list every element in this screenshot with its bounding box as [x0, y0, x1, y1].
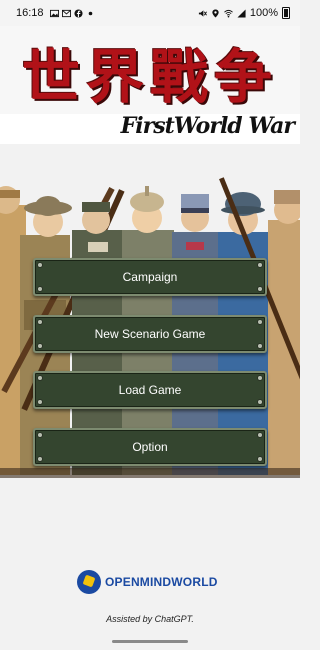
wifi-icon: [224, 9, 233, 17]
game-subtitle: FirstWorld War: [120, 113, 295, 139]
rivet-icon: [258, 263, 262, 267]
battery-icon: [282, 7, 290, 19]
rivet-icon: [38, 344, 42, 348]
rivet-icon: [258, 287, 262, 291]
status-time: 16:18: [16, 7, 44, 19]
rivet-icon: [38, 287, 42, 291]
location-icon: [212, 8, 219, 18]
credit-text: Assisted by ChatGPT.: [106, 614, 194, 624]
rivet-icon: [38, 320, 42, 324]
gmail-icon: [61, 9, 71, 17]
signal-icon: [237, 8, 246, 18]
rivet-icon: [38, 400, 42, 404]
campaign-button[interactable]: Campaign: [33, 258, 267, 296]
rivet-icon: [38, 457, 42, 461]
openmindworld-logo-text: OPENMINDWORLD: [105, 575, 218, 589]
rivet-icon: [38, 433, 42, 437]
rivet-icon: [38, 376, 42, 380]
openmindworld-logo-icon: [77, 570, 101, 594]
mute-icon: [198, 9, 207, 17]
option-button-label: Option: [132, 440, 168, 454]
battery-percent: 100%: [249, 7, 278, 19]
load-game-button-label: Load Game: [118, 383, 182, 397]
ground-shadow: [0, 468, 300, 478]
rivet-icon: [258, 320, 262, 324]
facebook-icon: [73, 8, 83, 18]
gesture-nav-bar[interactable]: [112, 640, 188, 643]
new-scenario-game-button-label: New Scenario Game: [94, 327, 206, 341]
campaign-button-label: Campaign: [122, 270, 178, 284]
new-scenario-game-button[interactable]: New Scenario Game: [33, 315, 267, 353]
notification-icons: [49, 8, 95, 18]
rivet-icon: [258, 457, 262, 461]
option-button[interactable]: Option: [33, 428, 267, 466]
status-bar: 16:18 100%: [0, 0, 300, 26]
image-icon: [49, 9, 59, 17]
dot-icon: [88, 11, 92, 15]
rivet-icon: [258, 376, 262, 380]
load-game-button[interactable]: Load Game: [33, 371, 267, 409]
rivet-icon: [38, 263, 42, 267]
openmindworld-logo: OPENMINDWORLD: [77, 570, 218, 594]
game-title-kanji: 世界戰争: [21, 43, 278, 111]
system-icons: 100%: [198, 0, 290, 26]
rivet-icon: [258, 400, 262, 404]
rivet-icon: [258, 344, 262, 348]
rivet-icon: [258, 433, 262, 437]
